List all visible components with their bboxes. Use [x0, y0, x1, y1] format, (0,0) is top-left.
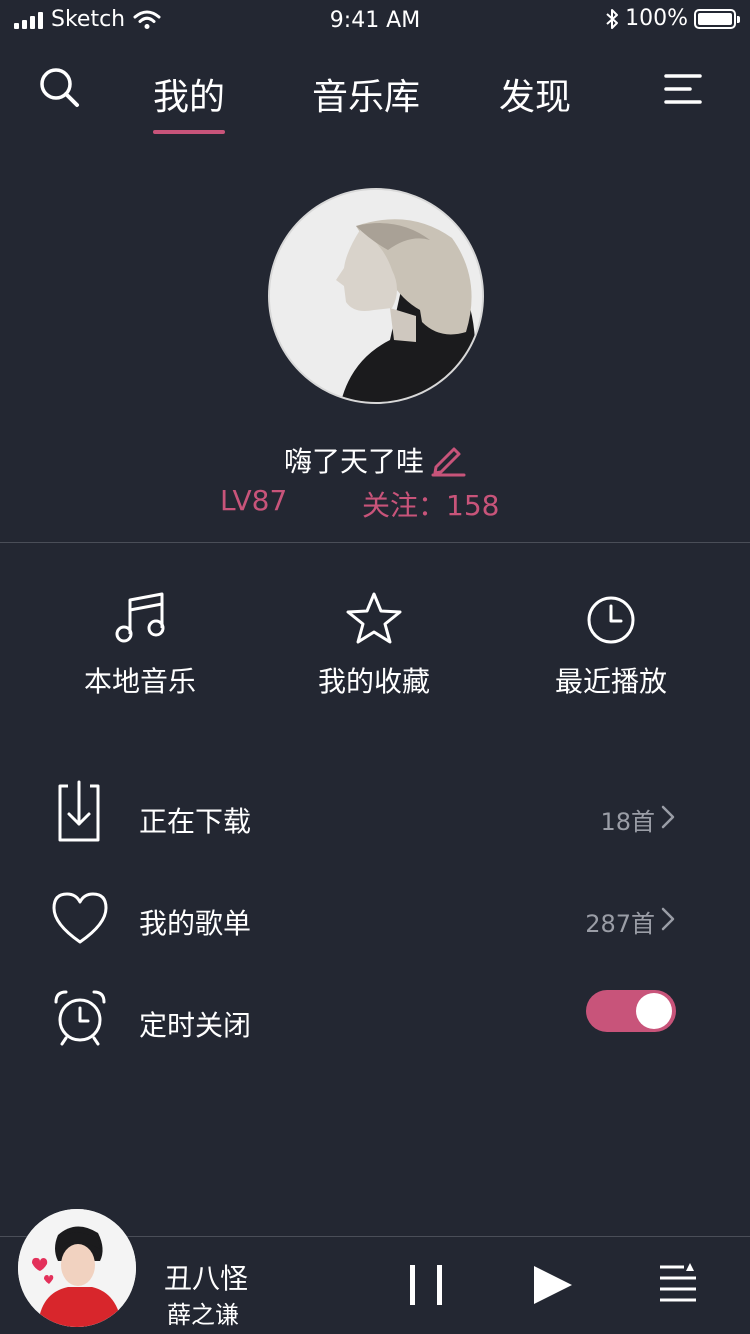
list-count: 287首	[585, 910, 655, 938]
shortcut-label: 我的收藏	[317, 665, 430, 698]
shortcut-local-music[interactable]: 本地音乐	[40, 590, 240, 700]
song-title: 丑八怪	[164, 1262, 249, 1295]
following-count[interactable]: 关注：158	[362, 484, 499, 524]
list-label: 我的歌单	[139, 907, 252, 940]
user-name: 嗨了天了哇	[283, 445, 424, 478]
user-avatar[interactable]	[268, 188, 484, 404]
toggle-knob	[636, 993, 672, 1029]
bluetooth-icon	[606, 8, 619, 29]
mini-player: 丑八怪 薛之谦	[0, 1209, 750, 1334]
search-icon[interactable]	[38, 66, 82, 110]
heart-icon	[52, 892, 108, 944]
music-note-icon	[115, 592, 165, 643]
download-icon	[58, 780, 100, 842]
list-item-playlists[interactable]: 我的歌单 287首	[0, 882, 750, 962]
play-icon[interactable]	[530, 1263, 574, 1307]
chevron-right-icon	[661, 805, 675, 829]
status-right: 100%	[605, 6, 740, 31]
user-name-row: 嗨了天了哇	[0, 440, 750, 480]
status-bar: Sketch 9:41 AM 100%	[0, 0, 750, 40]
shortcut-label: 本地音乐	[83, 665, 196, 698]
shortcut-favorites[interactable]: 我的收藏	[274, 590, 474, 700]
tab-library[interactable]: 音乐库	[312, 68, 420, 120]
clock-icon	[587, 596, 635, 644]
list-label: 正在下载	[139, 805, 252, 838]
battery-fill	[698, 12, 732, 25]
star-icon	[346, 592, 402, 644]
list-item-downloading[interactable]: 正在下载 18首	[0, 780, 750, 860]
screen: Sketch 9:41 AM 100% 我的 音乐库 发现 嗨了天了哇 LV87…	[0, 0, 750, 1334]
profile-divider	[0, 542, 750, 543]
avatar-portrait	[270, 190, 482, 402]
battery-percent: 100%	[625, 6, 688, 31]
pause-icon[interactable]	[406, 1263, 446, 1307]
list-count: 18首	[600, 808, 655, 836]
battery-icon	[694, 8, 740, 29]
tab-discover[interactable]: 发现	[499, 68, 571, 120]
alarm-clock-icon	[54, 990, 106, 1046]
playlist-icon[interactable]	[658, 1263, 698, 1305]
album-art-image	[18, 1209, 136, 1327]
list-label: 定时关闭	[139, 1009, 252, 1042]
shortcut-label: 最近播放	[554, 665, 667, 698]
sleep-timer-toggle[interactable]	[586, 990, 676, 1032]
top-nav: 我的 音乐库 发现	[0, 60, 750, 134]
edit-icon[interactable]	[430, 443, 466, 477]
song-artist: 薛之谦	[167, 1301, 239, 1329]
chevron-right-icon	[661, 907, 675, 931]
user-level: LV87	[220, 484, 288, 517]
list-item-sleep-timer: 定时关闭	[0, 984, 750, 1064]
menu-icon[interactable]	[664, 72, 702, 106]
shortcut-recent[interactable]: 最近播放	[511, 590, 711, 700]
album-art[interactable]	[18, 1209, 136, 1327]
tab-mine[interactable]: 我的	[153, 68, 226, 134]
